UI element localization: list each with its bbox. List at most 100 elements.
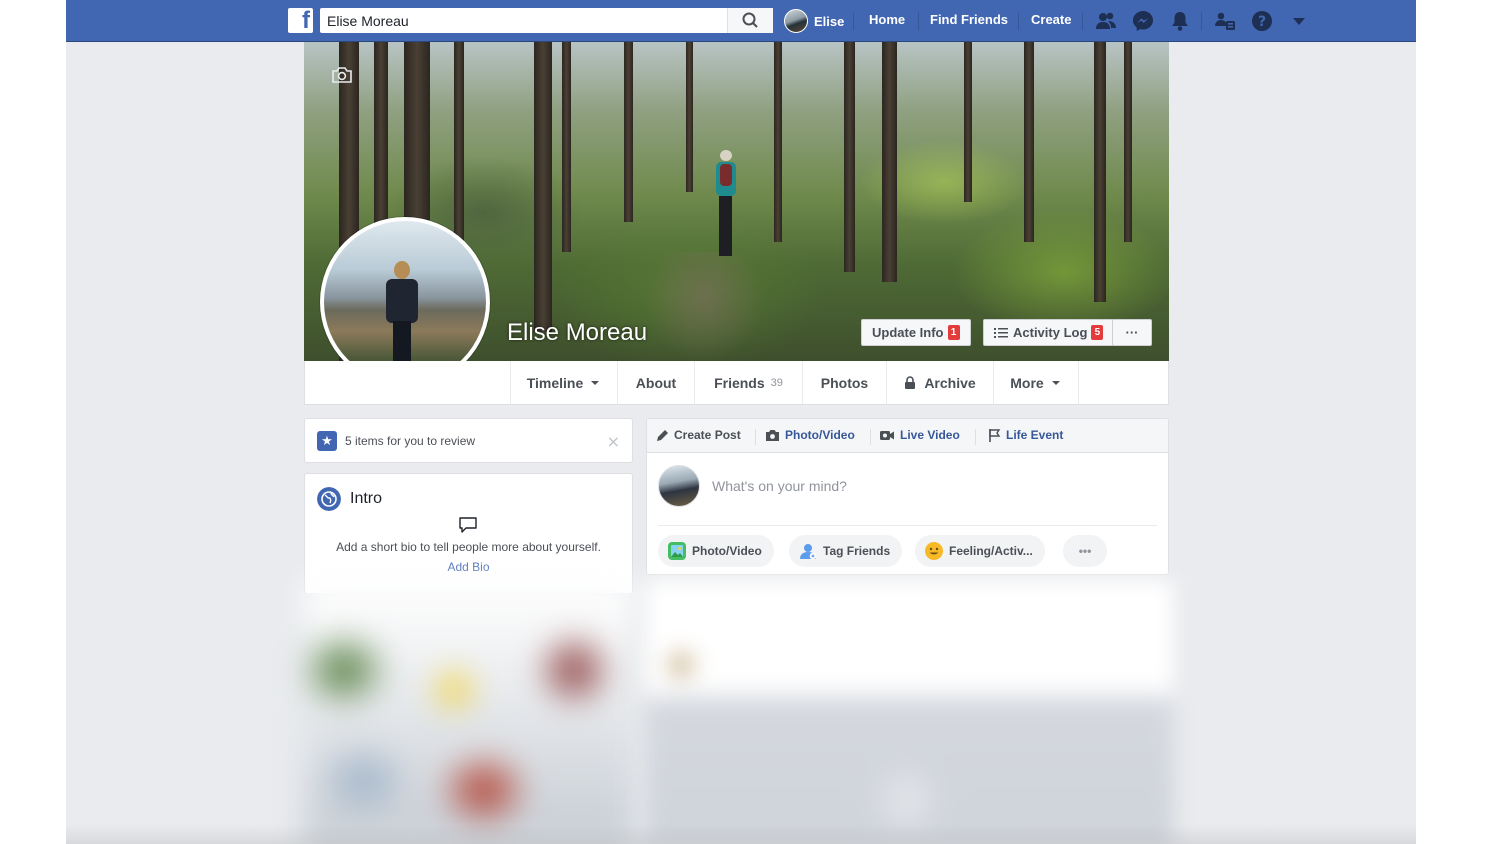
- intro-card: Intro Add a short bio to tell people mor…: [304, 473, 633, 593]
- tab-about-label: About: [635, 374, 677, 391]
- tab-photos-label: Photos: [820, 374, 869, 391]
- cover-more-label: ···: [1125, 325, 1139, 340]
- review-items-text: 5 items for you to review: [345, 434, 476, 448]
- star-icon: ★: [317, 431, 337, 451]
- help-icon[interactable]: ?: [1251, 10, 1273, 32]
- globe-icon: [317, 487, 341, 511]
- create-post-label: Create Post: [674, 428, 741, 442]
- cover-tree: [562, 42, 571, 252]
- search-input[interactable]: [320, 8, 726, 33]
- blurred-feed-section: [646, 580, 1173, 844]
- close-icon[interactable]: ×: [607, 432, 620, 451]
- tab-timeline[interactable]: Timeline: [510, 361, 617, 404]
- update-info-button[interactable]: Update Info 1: [861, 319, 971, 346]
- composer-more-button[interactable]: •••: [1063, 535, 1107, 567]
- photo-icon: [668, 542, 686, 560]
- bottom-shadow: [66, 824, 1416, 844]
- composer-tabs: Create Post Photo/Video Live Video Life …: [647, 419, 1168, 453]
- photo-video-tab[interactable]: Photo/Video: [765, 428, 855, 442]
- life-event-tab[interactable]: Life Event: [988, 428, 1063, 442]
- chevron-down-icon: [591, 380, 600, 385]
- facebook-window: f Elise Home Find Friends Create: [66, 0, 1416, 844]
- nav-home-link[interactable]: Home: [869, 12, 905, 27]
- photo-video-tab-label: Photo/Video: [785, 428, 855, 442]
- friends-count: 39: [770, 376, 783, 389]
- profile-picture-person: [386, 261, 420, 371]
- account-menu-icon[interactable]: [1288, 10, 1310, 32]
- activity-log-badge: 5: [1091, 325, 1104, 340]
- nav-avatar: [784, 9, 808, 33]
- cover-tree: [774, 42, 782, 242]
- post-composer: Create Post Photo/Video Live Video Life …: [646, 418, 1169, 575]
- lock-icon: [905, 376, 916, 389]
- intro-description: Add a short bio to tell people more abou…: [336, 540, 601, 554]
- tab-timeline-label: Timeline: [526, 374, 584, 391]
- friend-requests-icon[interactable]: [1095, 10, 1117, 32]
- tab-about[interactable]: About: [617, 361, 694, 404]
- composer-divider: [870, 429, 871, 445]
- nav-divider: [918, 12, 919, 30]
- tag-friends-icon: [800, 544, 817, 560]
- composer-input[interactable]: What's on your mind?: [712, 478, 847, 494]
- life-event-tab-label: Life Event: [1006, 428, 1064, 442]
- review-items-card[interactable]: ★ 5 items for you to review ×: [304, 418, 633, 463]
- tab-friends[interactable]: Friends 39: [694, 361, 802, 404]
- smiley-icon: [925, 542, 943, 560]
- nav-create-link[interactable]: Create: [1031, 12, 1071, 27]
- cover-tree: [844, 42, 855, 272]
- cover-tree: [686, 42, 693, 192]
- notifications-icon[interactable]: [1169, 10, 1191, 32]
- add-bio-link[interactable]: Add Bio: [305, 560, 632, 574]
- camera-icon[interactable]: [331, 66, 353, 84]
- cover-tree: [1094, 42, 1106, 302]
- top-navigation-bar: f Elise Home Find Friends Create: [66, 0, 1416, 42]
- list-icon: [994, 327, 1008, 338]
- search-bar: [320, 8, 773, 33]
- cover-more-button[interactable]: ···: [1112, 319, 1152, 346]
- composer-more-label: •••: [1078, 544, 1092, 558]
- profile-name: Elise Moreau: [507, 319, 648, 346]
- nav-divider: [853, 12, 854, 30]
- cover-tree: [1124, 42, 1132, 242]
- flag-icon: [989, 429, 1001, 442]
- nav-user-name: Elise: [814, 13, 845, 29]
- tab-archive[interactable]: Archive: [886, 361, 993, 404]
- tab-friends-label: Friends: [714, 374, 765, 391]
- activity-log-button[interactable]: Activity Log 5: [983, 319, 1115, 346]
- cover-tree: [534, 42, 552, 332]
- speech-bubble-icon: [459, 517, 477, 533]
- tag-friends-label: Tag Friends: [823, 544, 891, 558]
- nav-find-friends-link[interactable]: Find Friends: [930, 12, 1008, 27]
- messenger-icon[interactable]: [1132, 10, 1154, 32]
- blurred-photos-section: [304, 580, 634, 844]
- nav-divider: [1201, 12, 1202, 30]
- tab-photos[interactable]: Photos: [802, 361, 886, 404]
- nav-profile-link[interactable]: Elise: [784, 8, 844, 34]
- camera-icon: [766, 429, 779, 441]
- composer-avatar: [658, 465, 700, 507]
- create-post-tab[interactable]: Create Post: [656, 428, 741, 442]
- composer-divider: [755, 429, 756, 445]
- photo-video-button-label: Photo/Video: [692, 544, 762, 558]
- activity-log-label: Activity Log: [1013, 325, 1088, 340]
- feeling-activity-button[interactable]: Feeling/Activ...: [915, 535, 1045, 567]
- profile-tabs: Timeline About Friends 39 Photos Archive…: [304, 361, 1169, 405]
- tab-more[interactable]: More: [993, 361, 1079, 404]
- search-button[interactable]: [727, 8, 773, 33]
- cover-hiker: [714, 150, 736, 260]
- search-icon: [742, 12, 758, 28]
- cover-tree: [882, 42, 897, 282]
- pencil-icon: [657, 429, 668, 441]
- nav-divider: [1082, 12, 1083, 30]
- cover-tree: [454, 42, 464, 262]
- video-camera-icon: [880, 430, 894, 440]
- composer-divider: [975, 429, 976, 445]
- quick-help-icon[interactable]: [1214, 10, 1236, 32]
- photo-video-button[interactable]: Photo/Video: [658, 535, 774, 567]
- nav-divider: [1018, 12, 1019, 30]
- chevron-down-icon: [1051, 380, 1060, 385]
- facebook-logo-icon[interactable]: f: [288, 7, 313, 34]
- live-video-tab[interactable]: Live Video: [879, 428, 960, 442]
- live-video-tab-label: Live Video: [900, 428, 960, 442]
- tag-friends-button[interactable]: Tag Friends: [789, 535, 903, 567]
